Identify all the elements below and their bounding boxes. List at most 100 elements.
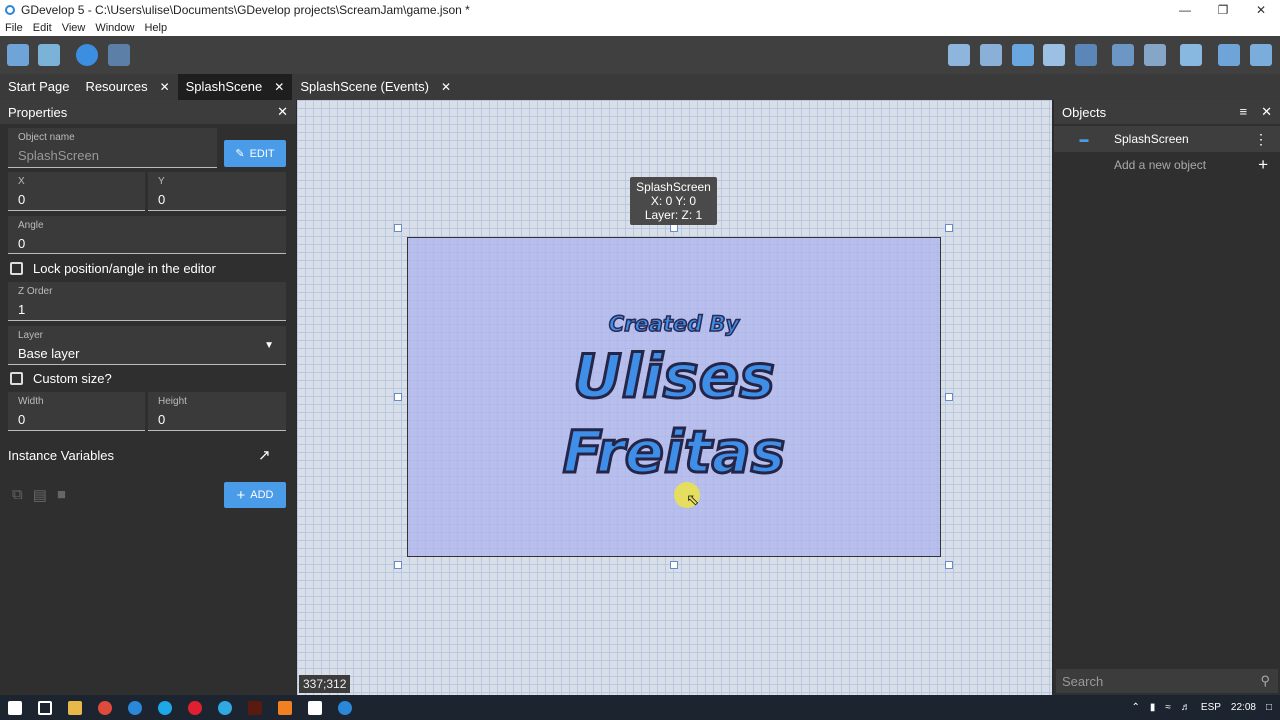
instance-tooltip: SplashScreen X: 0 Y: 0 Layer: Z: 1 [630,177,717,225]
resize-handle[interactable] [394,393,402,401]
add-object-row[interactable]: Add a new object + [1054,152,1280,178]
field-value: 0 [158,192,166,207]
close-icon[interactable]: ✕ [1242,0,1280,20]
minimize-icon[interactable]: — [1166,0,1204,20]
gdevelop-logo-icon [5,5,15,15]
edit-button[interactable]: ✎ EDIT [224,140,286,167]
network-icon[interactable]: ≈ [1165,702,1171,713]
resize-handle[interactable] [394,561,402,569]
width-field[interactable]: Width 0 [8,392,145,431]
menu-edit[interactable]: Edit [28,22,57,34]
app-icon[interactable] [308,700,322,715]
language-indicator[interactable]: ESP [1201,702,1221,713]
lock-checkbox-row[interactable]: Lock position/angle in the editor [10,261,216,276]
tooltip-position: X: 0 Y: 0 [650,194,697,208]
volume-icon[interactable]: ♬ [1181,702,1191,713]
resize-handle[interactable] [670,224,678,232]
close-icon[interactable]: ✕ [277,104,288,120]
app-icon[interactable] [278,700,292,715]
plus-icon: + [236,486,246,504]
menu-help[interactable]: Help [139,22,172,34]
field-label: Angle [18,220,44,231]
resize-handle[interactable] [670,561,678,569]
instances-list-icon[interactable] [1043,44,1065,66]
opera-icon[interactable] [188,700,202,715]
clock[interactable]: 22:08 [1231,702,1256,713]
menu-file[interactable]: File [0,22,28,34]
objects-panel-icon[interactable] [948,44,970,66]
angle-field[interactable]: Angle 0 [8,216,286,254]
z-order-field[interactable]: Z Order 1 [8,282,286,321]
splashscreen-instance[interactable]: Created By Ulises Freitas [407,237,941,557]
illustrator-icon[interactable] [248,700,262,715]
height-field[interactable]: Height 0 [148,392,286,431]
taskbar: ⌃ ▮ ≈ ♬ ESP 22:08 □ [0,695,1280,720]
gdevelop-active-icon[interactable] [338,700,352,715]
object-name-field[interactable]: Object name SplashScreen [8,128,217,168]
plus-icon[interactable]: + [1258,155,1268,175]
copy-icon[interactable]: ⧉ [12,486,23,504]
resize-handle[interactable] [945,561,953,569]
paste-icon[interactable]: ▤ [33,486,47,504]
gdevelop-icon[interactable] [128,700,142,715]
resize-handle[interactable] [945,393,953,401]
edge-icon[interactable] [158,700,172,715]
properties-edit-icon[interactable] [1012,44,1034,66]
grid-icon[interactable] [1218,44,1240,66]
resize-handle[interactable] [945,224,953,232]
chrome-icon[interactable] [98,700,112,715]
menu-window[interactable]: Window [90,22,139,34]
object-name: SplashScreen [1114,132,1189,146]
chevron-up-icon[interactable]: ⌃ [1132,702,1140,713]
layers-icon[interactable] [1075,44,1097,66]
panel-title: Objects [1062,104,1107,120]
notifications-icon[interactable]: □ [1266,702,1272,713]
layer-select[interactable]: Layer Base layer ▼ [8,326,286,365]
close-tab-icon[interactable]: ✕ [441,74,451,100]
field-value: 0 [18,236,26,251]
restore-icon[interactable]: ❐ [1204,0,1242,20]
tab-splashscene-events[interactable]: SplashScene (Events) ✕ [292,74,459,100]
chevron-down-icon: ▼ [264,340,274,351]
object-groups-icon[interactable] [980,44,1002,66]
tab-start-page[interactable]: Start Page [0,74,77,100]
object-list-item[interactable]: ▬ SplashScreen ⋮ [1054,126,1280,152]
properties-panel: Properties ✕ Object name SplashScreen ✎ E… [0,100,296,695]
lock-checkbox[interactable] [10,262,23,275]
tab-label: SplashScene [185,79,263,94]
debug-icon[interactable] [108,44,130,66]
y-field[interactable]: Y 0 [148,172,286,211]
close-icon[interactable]: ✕ [1261,104,1272,120]
tab-resources[interactable]: Resources ✕ [77,74,177,100]
button-label: EDIT [249,147,275,160]
window-mask-icon[interactable] [1180,44,1202,66]
add-variable-button[interactable]: + ADD [224,482,286,508]
file-explorer-icon[interactable] [68,700,82,715]
zoom-icon[interactable] [1250,44,1272,66]
menu-view[interactable]: View [57,22,91,34]
field-label: Layer [18,330,44,341]
scene-properties-icon[interactable] [38,44,60,66]
resize-handle[interactable] [394,224,402,232]
custom-size-checkbox[interactable] [10,372,23,385]
redo-icon[interactable] [1144,44,1166,66]
delete-icon[interactable]: ■ [57,486,66,504]
close-tab-icon[interactable]: ✕ [274,74,284,100]
preview-play-icon[interactable] [76,44,98,66]
tab-splashscene[interactable]: SplashScene ✕ [177,74,293,100]
close-tab-icon[interactable]: ✕ [160,74,170,100]
undo-icon[interactable] [1112,44,1134,66]
x-field[interactable]: X 0 [8,172,145,211]
filter-icon[interactable]: ≡ [1240,104,1248,120]
app-icon[interactable] [218,700,232,715]
project-manager-icon[interactable] [7,44,29,66]
more-options-icon[interactable]: ⋮ [1254,131,1268,148]
field-label: Z Order [18,286,53,297]
object-search-input[interactable]: Search ⚲ [1056,669,1278,693]
battery-icon[interactable]: ▮ [1150,702,1156,713]
task-view-icon[interactable] [38,700,52,715]
custom-size-checkbox-row[interactable]: Custom size? [10,371,112,386]
windows-start-icon[interactable] [8,700,22,715]
scene-canvas[interactable]: Created By Ulises Freitas SplashScreen X… [297,100,1052,695]
open-external-icon[interactable]: ↗ [258,446,271,464]
